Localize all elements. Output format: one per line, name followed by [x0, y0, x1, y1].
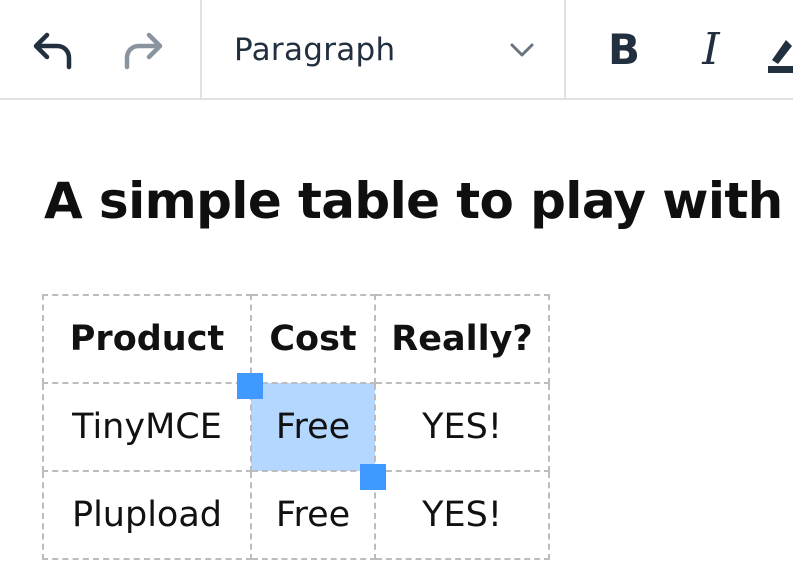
blocks-dropdown[interactable]: Paragraph: [220, 18, 550, 82]
table-header-row: Product Cost Really?: [42, 294, 550, 384]
table-cell-selected[interactable]: Free: [250, 382, 376, 472]
bold-button[interactable]: B: [596, 22, 652, 78]
table-row: Plupload Free YES!: [42, 470, 550, 560]
table-header-cell[interactable]: Cost: [250, 294, 376, 384]
selection-resize-handle-top-left[interactable]: [237, 373, 263, 399]
table-cell[interactable]: TinyMCE: [42, 382, 252, 472]
toolbar-separator: [564, 0, 566, 100]
table-cell[interactable]: YES!: [374, 382, 550, 472]
table-header-cell[interactable]: Product: [42, 294, 252, 384]
redo-icon: [124, 32, 163, 70]
redo-button[interactable]: [114, 22, 174, 78]
chevron-down-icon: [508, 40, 536, 64]
undo-icon: [33, 32, 72, 70]
table-cell[interactable]: Plupload: [42, 470, 252, 560]
page-title: A simple table to play with: [44, 172, 783, 230]
highlight-color-icon[interactable]: [768, 38, 793, 78]
blocks-dropdown-value: Paragraph: [234, 32, 396, 68]
undo-button[interactable]: [22, 22, 82, 78]
toolbar-separator: [200, 0, 202, 100]
content-table: Product Cost Really? TinyMCE Free YES! P…: [42, 294, 550, 560]
editor-toolbar: Paragraph B I: [0, 0, 793, 100]
table-row: TinyMCE Free YES!: [42, 382, 550, 472]
table-header-cell[interactable]: Really?: [374, 294, 550, 384]
table-cell[interactable]: YES!: [374, 470, 550, 560]
table-cell[interactable]: Free: [250, 470, 376, 560]
selection-resize-handle-bottom-right[interactable]: [360, 464, 386, 490]
italic-button[interactable]: I: [683, 22, 739, 78]
